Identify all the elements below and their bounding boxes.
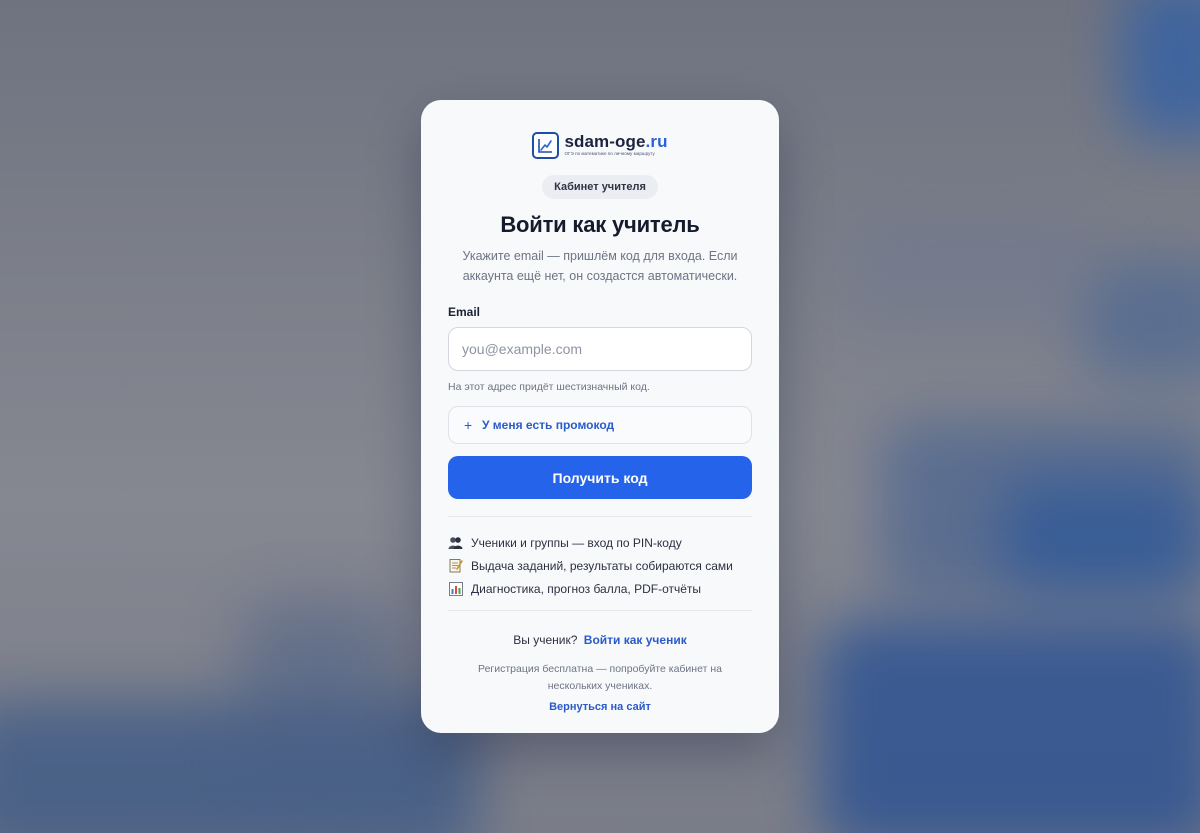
- divider: [448, 516, 752, 517]
- feature-text: Ученики и группы — вход по PIN-коду: [471, 535, 682, 550]
- registration-note: Регистрация бесплатна — попробуйте кабин…: [478, 663, 722, 692]
- divider: [448, 610, 752, 611]
- feature-item: Диагностика, прогноз балла, PDF-отчёты: [448, 577, 752, 600]
- role-badge: Кабинет учителя: [542, 175, 658, 199]
- page-subtitle: Укажите email — пришлём код для входа. Е…: [462, 249, 738, 283]
- people-icon: [448, 535, 463, 550]
- promo-code-toggle[interactable]: + У меня есть промокод: [448, 406, 752, 444]
- get-code-button[interactable]: Получить код: [448, 456, 752, 499]
- logo-tagline: ОГЭ по математике по личному маршруту: [564, 151, 655, 157]
- page-title: Войти как учитель: [500, 212, 700, 237]
- bar-chart-icon: [448, 581, 463, 596]
- promo-code-label: У меня есть промокод: [482, 418, 615, 432]
- feature-text: Выдача заданий, результаты собираются са…: [471, 558, 733, 573]
- chart-logo-icon: [532, 131, 560, 159]
- back-to-site-link[interactable]: Вернуться на сайт: [549, 701, 651, 713]
- feature-item: Ученики и группы — вход по PIN-коду: [448, 531, 752, 554]
- plus-icon: +: [464, 417, 473, 433]
- logo-name: sdam-oge.ru: [564, 132, 668, 152]
- feature-text: Диагностика, прогноз балла, PDF-отчёты: [471, 581, 702, 596]
- student-login-row: Вы ученик? Войти как ученик: [448, 633, 752, 647]
- student-login-link[interactable]: Войти как ученик: [584, 633, 687, 647]
- feature-item: Выдача заданий, результаты собираются са…: [448, 554, 752, 577]
- features-list: Ученики и группы — вход по PIN-коду Выда…: [448, 531, 752, 600]
- email-hint: На этот адрес придёт шестизначный код.: [448, 381, 650, 393]
- login-card: sdam-oge.ru ОГЭ по математике по личному…: [421, 100, 779, 733]
- email-input[interactable]: [448, 327, 752, 371]
- student-question: Вы ученик?: [513, 633, 578, 647]
- memo-icon: [448, 558, 463, 573]
- email-label: Email: [448, 305, 481, 319]
- site-logo[interactable]: sdam-oge.ru ОГЭ по математике по личному…: [448, 130, 752, 160]
